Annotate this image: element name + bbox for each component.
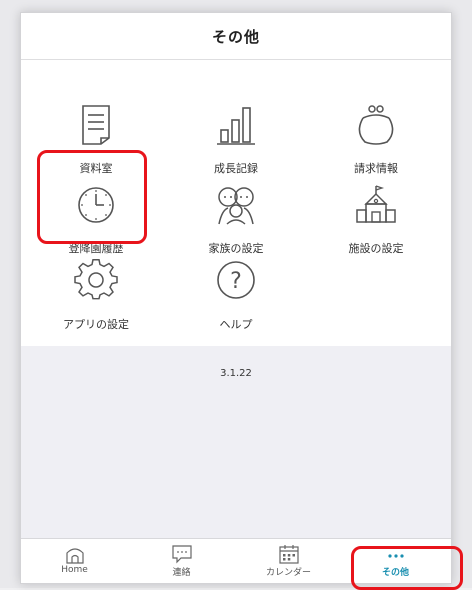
more-icon: [387, 554, 404, 558]
tab-bar: Home 連絡 カレンダー その他: [21, 538, 451, 583]
menu-item-label: 登降園履歴: [68, 242, 124, 255]
menu-item-growth-record[interactable]: 成長記録: [166, 102, 306, 182]
menu-item-attendance-history[interactable]: 登降園履歴: [26, 182, 166, 262]
bar-chart-icon: [217, 107, 255, 145]
page-title: その他: [211, 28, 260, 46]
home-icon: [65, 548, 84, 564]
version-area: 3.1.22: [21, 346, 451, 538]
menu-item-family-settings[interactable]: 家族の設定: [166, 182, 306, 262]
calendar-icon: [278, 545, 299, 564]
coin-purse-icon: [358, 105, 394, 145]
menu-item-label: 請求情報: [354, 162, 398, 175]
menu-item-billing[interactable]: 請求情報: [306, 102, 446, 182]
menu-item-app-settings[interactable]: アプリの設定: [26, 258, 166, 338]
header: その他: [21, 13, 451, 60]
help-icon: ?: [217, 261, 255, 299]
message-icon: [171, 545, 192, 564]
menu-item-label: 家族の設定: [208, 242, 264, 255]
tab-messages[interactable]: 連絡: [128, 539, 235, 583]
screenshot-frame: その他 資料室 成長記録 請求情報 登降園履歴 家族の設定 施設の設定 アプリの…: [0, 0, 472, 590]
tab-calendar[interactable]: カレンダー: [235, 539, 342, 583]
clock-icon: [78, 187, 114, 223]
family-icon: [218, 187, 254, 225]
menu-item-label: 資料室: [79, 162, 113, 175]
tab-home[interactable]: Home: [21, 539, 128, 583]
tab-label: カレンダー: [265, 568, 311, 578]
menu-item-facility-settings[interactable]: 施設の設定: [306, 182, 446, 262]
menu-item-label: ヘルプ: [219, 318, 253, 331]
tab-label: 連絡: [172, 568, 191, 578]
tab-more[interactable]: その他: [342, 539, 449, 583]
phone-screen: その他 資料室 成長記録 請求情報 登降園履歴 家族の設定 施設の設定 アプリの…: [20, 12, 452, 584]
document-icon: [82, 105, 110, 145]
building-icon: [356, 185, 396, 223]
menu-item-library[interactable]: 資料室: [26, 102, 166, 182]
menu-item-label: アプリの設定: [63, 318, 129, 331]
menu-item-label: 施設の設定: [348, 242, 404, 255]
tab-label: その他: [381, 568, 409, 578]
tab-label: Home: [61, 565, 88, 575]
svg-text:?: ?: [230, 269, 242, 294]
menu-item-help[interactable]: ? ヘルプ: [166, 258, 306, 338]
gear-icon: [74, 259, 118, 300]
app-version: 3.1.22: [220, 368, 252, 379]
menu-grid: 資料室 成長記録 請求情報 登降園履歴 家族の設定 施設の設定 アプリの設定 ?…: [21, 60, 451, 346]
menu-item-label: 成長記録: [214, 162, 258, 175]
